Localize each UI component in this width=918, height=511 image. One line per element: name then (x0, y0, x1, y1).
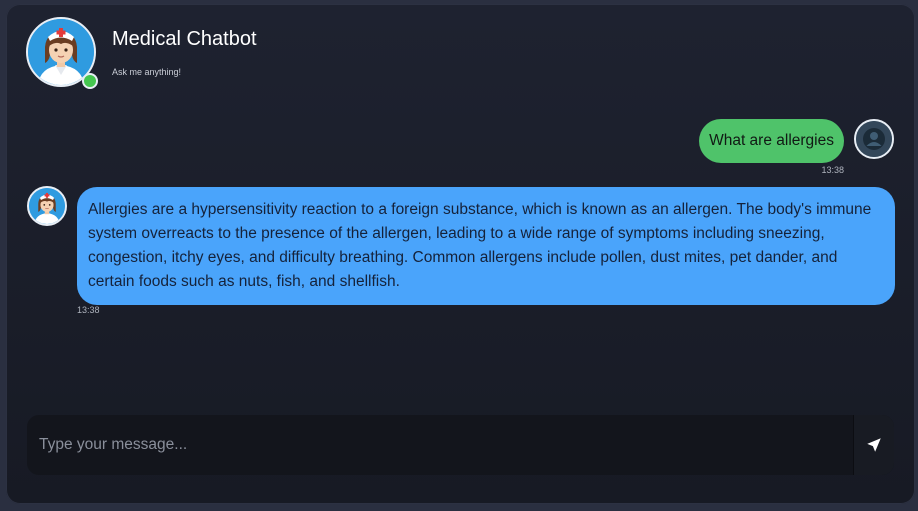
send-button[interactable] (853, 415, 894, 475)
message-input[interactable] (27, 415, 853, 475)
page-subtitle: Ask me anything! (112, 67, 182, 77)
bot-avatar-icon (27, 186, 67, 226)
user-message-timestamp: 13:38 (821, 165, 844, 175)
user-avatar-icon (854, 119, 894, 159)
chat-header: Medical Chatbot Ask me anything! (26, 17, 626, 89)
online-status-indicator (82, 73, 98, 89)
page-title: Medical Chatbot (112, 28, 257, 50)
user-message-bubble: What are allergies (699, 119, 844, 163)
user-message-text: What are allergies (709, 132, 834, 149)
message-composer (27, 415, 894, 475)
send-arrow-icon (867, 438, 881, 452)
chat-window: Medical Chatbot Ask me anything! What ar… (6, 4, 915, 504)
bot-message-bubble: Allergies are a hypersensitivity reactio… (77, 187, 895, 305)
bot-message-text: Allergies are a hypersensitivity reactio… (88, 201, 872, 290)
bot-message-timestamp: 13:38 (77, 305, 100, 315)
